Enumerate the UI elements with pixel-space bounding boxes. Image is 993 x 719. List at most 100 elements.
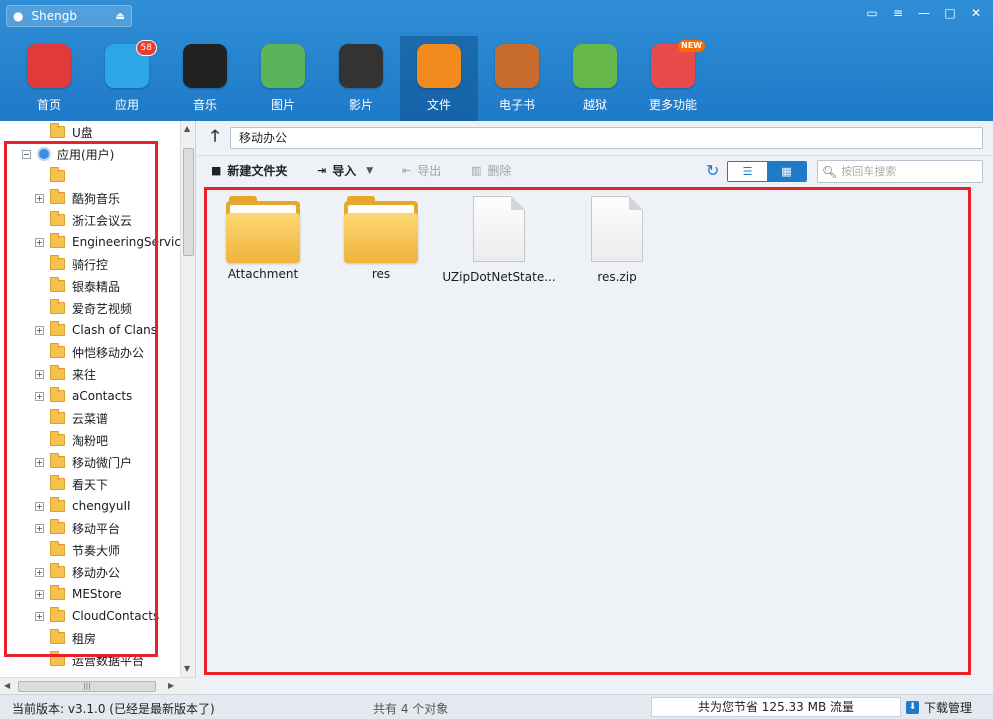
scroll-up-icon[interactable]: ▲ [184,124,190,133]
nav-item-4[interactable]: 影片 [322,36,400,121]
tree-item[interactable]: + aContacts [35,385,132,407]
expand-icon[interactable]: + [35,501,44,511]
grid-view-icon[interactable]: ▦ [767,162,806,181]
nav-item-2[interactable]: 音乐 [166,36,244,121]
minimize-icon[interactable]: — [913,4,935,22]
nav-item-3[interactable]: 图片 [244,36,322,121]
scroll-right-icon[interactable]: ▶ [168,681,174,690]
list-view-icon[interactable]: ☰ [728,162,767,181]
tree-item[interactable]: 租房 [35,627,96,649]
tree-item[interactable]: 看天下 [35,473,108,495]
tree-item-label: 云菜谱 [72,411,109,426]
eject-icon[interactable]: ⏏ [116,11,125,22]
tree-item-label: 移动微门户 [72,455,133,470]
hscroll-thumb[interactable]: ||| [18,681,156,692]
nav-item-5[interactable]: 文件 [400,36,478,121]
scroll-thumb[interactable] [183,148,194,256]
tree-item[interactable]: 银泰精品 [35,275,120,297]
folder-icon [50,607,65,622]
scroll-down-icon[interactable]: ▼ [184,664,190,673]
export-label: 导出 [417,164,442,178]
tree-item[interactable]: 爱奇艺视频 [35,297,132,319]
tree-item[interactable]: + 移动办公 [35,561,120,583]
device-selector[interactable]: ● Shengb ⏏ [6,5,132,27]
nav-label: 图片 [270,98,295,112]
tree-item[interactable]: U盘 [35,121,93,143]
tree-item[interactable]: + CloudContacts [35,605,159,627]
badge-count: 58 [135,40,157,56]
tree-item-label: 应用(用户) [57,147,115,162]
tree-item[interactable]: 浙江会议云 [35,209,132,231]
expand-icon[interactable]: + [35,325,44,335]
folder-icon [50,409,65,424]
tree-item[interactable]: 节奏大师 [35,539,120,561]
tree-item-label: EngineeringService [72,235,180,249]
expand-icon[interactable]: + [35,193,44,203]
expand-icon[interactable]: + [35,237,44,247]
export-button[interactable]: ⇤ 导出 [402,162,441,179]
tree-item[interactable] [35,165,72,187]
chevron-down-icon[interactable]: ▼ [366,166,373,176]
tree-item[interactable]: + 移动平台 [35,517,120,539]
tree-item[interactable]: − 应用(用户) [22,143,114,165]
window-controls: ▭ ≡ — □ ✕ [861,4,987,22]
nav-item-7[interactable]: 越狱 [556,36,634,121]
object-count: 共有 4 个对象 [373,702,449,716]
tree-item[interactable]: + 酷狗音乐 [35,187,120,209]
new-folder-icon: ■ [211,164,222,177]
tree-item-label: 仲恺移动办公 [72,345,145,360]
expand-icon[interactable]: + [35,523,44,533]
tree-item[interactable]: + EngineeringService [35,231,180,253]
tree-item[interactable]: 仲恺移动办公 [35,341,144,363]
menu-icon[interactable]: ≡ [887,4,909,22]
expand-icon[interactable]: + [35,611,44,621]
nav-item-0[interactable]: 首页 [10,36,88,121]
device-name: Shengb [31,9,77,23]
maximize-icon[interactable]: □ [939,4,961,22]
delete-button[interactable]: ▥ 删除 [471,162,511,179]
file-grid: Attachment res UZipDotNetState... res.zip [204,188,970,673]
search-box[interactable]: 🔍︎ [817,160,983,183]
import-button[interactable]: ⇥ 导入 ▼ [317,162,373,179]
folder-item[interactable]: Attachment [204,196,322,296]
nav-item-8[interactable]: NEW 更多功能 [634,36,712,121]
file-item[interactable]: res.zip [558,196,676,296]
tree-item[interactable]: + chengyuII [35,495,131,517]
file-item[interactable]: UZipDotNetState... [440,196,558,296]
expand-icon[interactable]: + [35,589,44,599]
nav-item-1[interactable]: 58 应用 [88,36,166,121]
expand-icon[interactable]: + [35,369,44,379]
tree-item[interactable]: + 来往 [35,363,96,385]
folder-item[interactable]: res [322,196,440,296]
top-bar: ● Shengb ⏏ ▭ ≡ — □ ✕ 首页 58 应用 音乐 图片 影片 文件 电子书 越狱… [0,0,993,121]
download-manager-button[interactable]: ⬇ 下载管理 [906,699,972,716]
folder-tree: U盘 − 应用(用户) + 酷狗音乐 浙江会议云 + EngineeringService 骑行… [0,121,196,694]
tree-item[interactable]: + Clash of Clans [35,319,157,341]
tree-item[interactable]: 云菜谱 [35,407,108,429]
close-icon[interactable]: ✕ [965,4,987,22]
tree-item[interactable]: + 移动微门户 [35,451,132,473]
path-input[interactable]: 移动办公 [230,127,983,149]
tree-vertical-scrollbar[interactable]: ▲ ▼ [180,121,195,677]
folder-icon [50,189,65,204]
new-folder-label: 新建文件夹 [227,164,288,178]
up-arrow-icon[interactable]: 🡑 [205,125,225,152]
tree-item[interactable]: 骑行控 [35,253,108,275]
tree-item-label: aContacts [72,389,133,403]
tree-item[interactable]: 淘粉吧 [35,429,108,451]
tree-item[interactable]: 运营数据平台 [35,649,144,671]
nav-item-6[interactable]: 电子书 [478,36,556,121]
tree-item-label: 看天下 [72,477,109,492]
expand-icon[interactable]: + [35,391,44,401]
expand-icon[interactable]: + [35,457,44,467]
collapse-icon[interactable]: − [22,149,31,159]
tree-horizontal-scrollbar[interactable]: ◀ ||| ▶ [0,677,196,694]
tree-item-label: 爱奇艺视频 [72,301,133,316]
refresh-icon[interactable]: ↻ [706,161,719,180]
new-folder-button[interactable]: ■ 新建文件夹 [211,162,287,179]
expand-icon[interactable]: + [35,567,44,577]
search-input[interactable] [841,165,972,178]
scroll-left-icon[interactable]: ◀ [4,681,10,690]
feedback-icon[interactable]: ▭ [861,4,883,22]
tree-item[interactable]: + MEStore [35,583,122,605]
